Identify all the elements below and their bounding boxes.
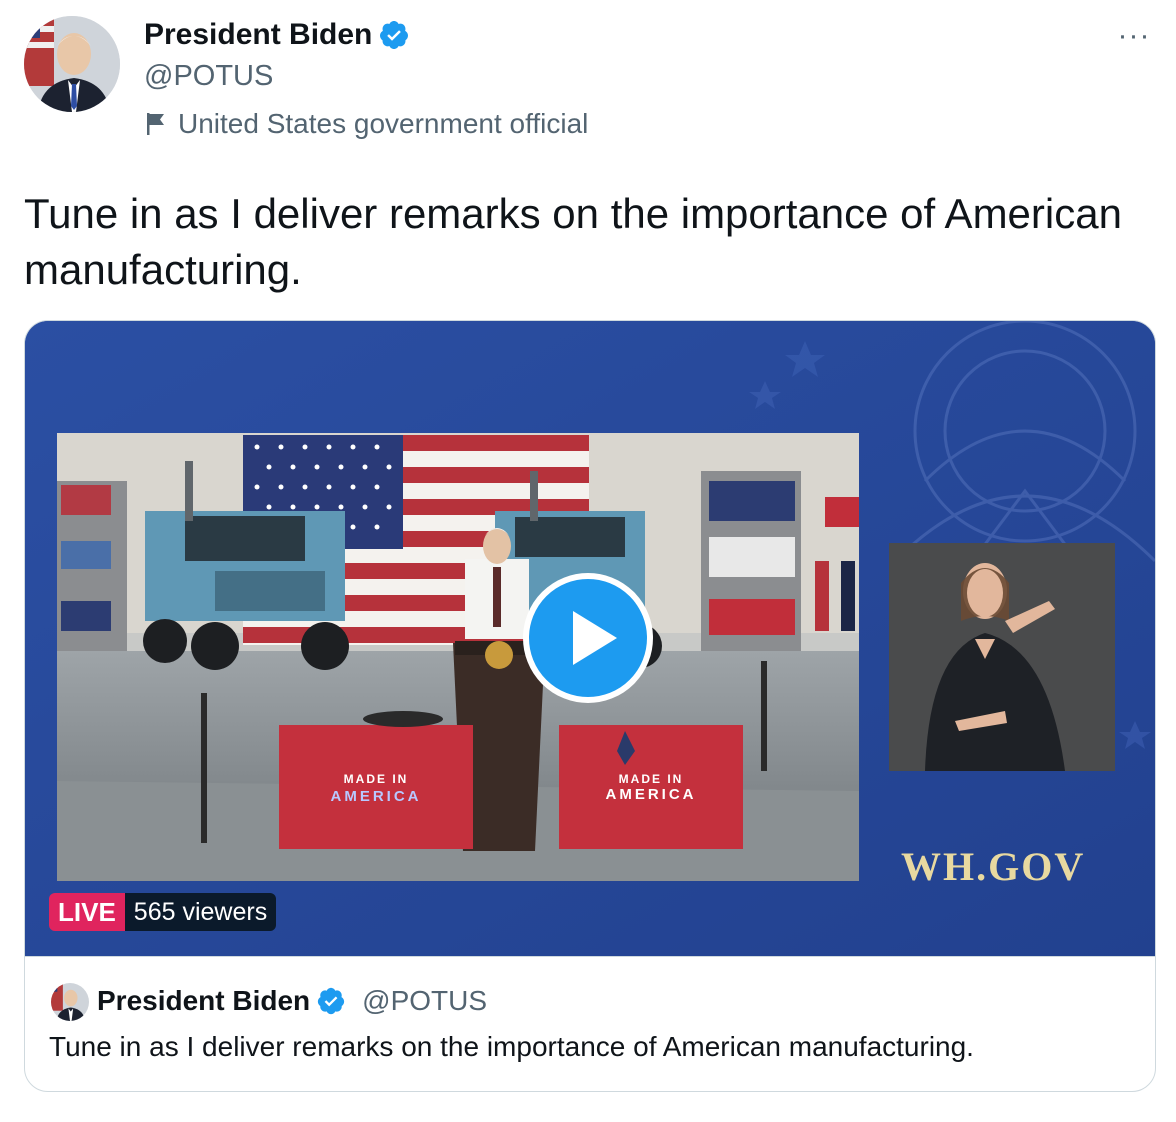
card-footer[interactable]: President Biden @POTUS Tune in as I deli… (25, 957, 1155, 1091)
government-label: United States government official (178, 108, 589, 139)
video-player[interactable]: MADE IN AMERICA MADE IN AMERICA WH.GOV L… (25, 321, 1155, 957)
sign-america-2: AMERICA (606, 786, 697, 803)
tweet-text: Tune in as I deliver remarks on the impo… (24, 190, 1122, 293)
verified-badge-icon (380, 21, 409, 49)
card-handle: @POTUS (362, 985, 488, 1016)
viewer-count: 565 viewers (124, 893, 277, 931)
handle[interactable]: @POTUS (144, 60, 273, 93)
avatar[interactable] (24, 16, 120, 112)
live-label: LIVE (49, 893, 125, 931)
sign-made-in-2: MADE IN (619, 772, 684, 786)
sign-made-in: MADE IN (344, 772, 409, 786)
play-icon[interactable] (521, 571, 655, 705)
display-name[interactable]: President Biden (144, 18, 372, 52)
card-avatar (51, 983, 89, 1021)
live-badge: LIVE 565 viewers (49, 893, 277, 931)
sign-america: AMERICA (331, 788, 422, 805)
media-card[interactable]: MADE IN AMERICA MADE IN AMERICA WH.GOV L… (24, 320, 1156, 1092)
wh-gov-watermark: WH.GOV (901, 844, 1086, 889)
flag-icon (147, 113, 164, 135)
verified-badge-icon (318, 987, 345, 1015)
card-display-name: President Biden (97, 985, 311, 1016)
more-dots-icon[interactable]: ··· (1114, 20, 1154, 52)
avatar-photo (24, 16, 120, 112)
card-text: Tune in as I deliver remarks on the impo… (49, 1031, 974, 1062)
